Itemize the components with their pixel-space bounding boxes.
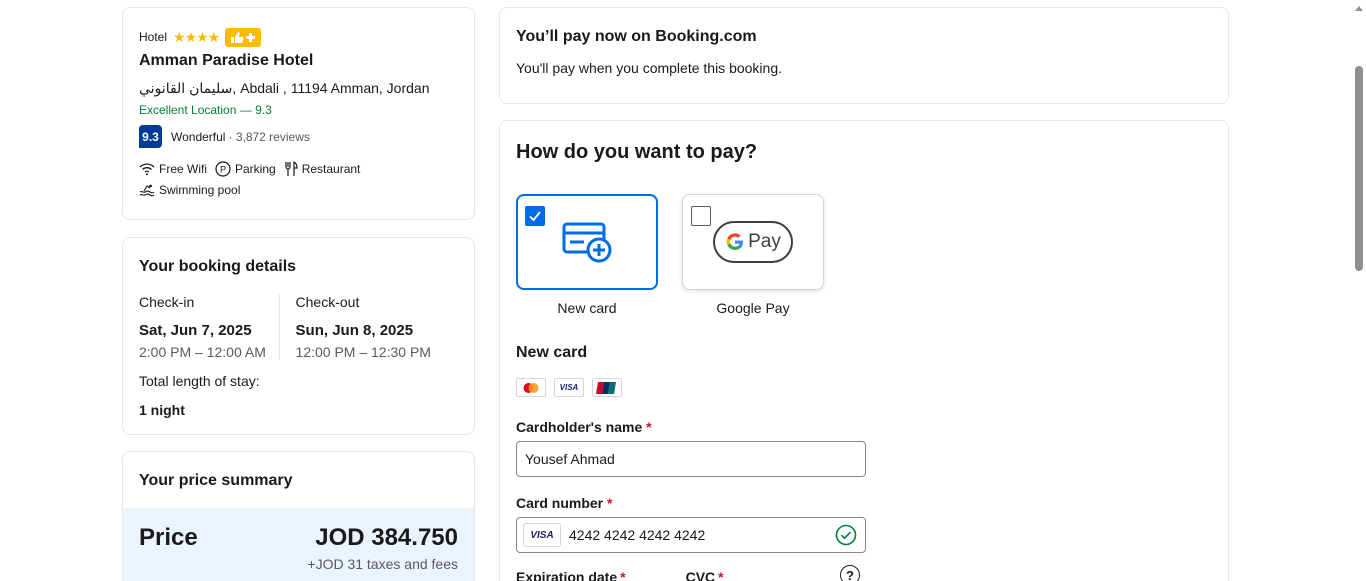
star-rating: ★★★★ bbox=[173, 28, 220, 45]
scroll-up-arrow-icon[interactable] bbox=[1355, 6, 1363, 11]
pay-now-text: You'll pay when you complete this bookin… bbox=[516, 60, 782, 76]
price-taxes: +JOD 31 taxes and fees bbox=[307, 556, 458, 572]
checkin-date: Sat, Jun 7, 2025 bbox=[139, 322, 252, 339]
google-pay-label: Google Pay bbox=[716, 300, 790, 316]
scrollbar-thumb[interactable] bbox=[1355, 66, 1363, 271]
new-card-label: New card bbox=[557, 300, 617, 316]
booking-details-title: Your booking details bbox=[139, 258, 297, 275]
amenity-wifi: Free Wifi bbox=[139, 161, 207, 177]
new-card-section-title: New card bbox=[516, 344, 588, 361]
cardholder-name-input[interactable]: Yousef Ahmad bbox=[516, 441, 866, 477]
price-band: Price JOD 384.750 +JOD 31 taxes and fees bbox=[123, 508, 474, 581]
amenity-parking: P Parking bbox=[215, 161, 276, 177]
payment-methods: New card Pay Google Pay bbox=[516, 194, 1212, 316]
location-score: Excellent Location — 9.3 bbox=[139, 103, 272, 117]
card-brand-text: VISA bbox=[530, 529, 554, 541]
price-value: JOD 384.750 bbox=[315, 524, 458, 551]
cvc-label: CVC bbox=[685, 569, 716, 581]
required-mark: * bbox=[620, 569, 626, 581]
amenity-label: Restaurant bbox=[301, 162, 361, 176]
review-row: 9.3 Wonderful · 3,872 reviews bbox=[139, 125, 458, 148]
price-row: Price JOD 384.750 bbox=[139, 524, 458, 552]
expiry-cvc-row: Expiration date * CVC * ? bbox=[516, 565, 866, 581]
restaurant-icon bbox=[285, 161, 298, 176]
card-number-label-text: Card number bbox=[516, 495, 604, 511]
stay-length-label: Total length of stay: bbox=[139, 373, 260, 389]
thumbs-up-plus-icon[interactable] bbox=[225, 27, 262, 47]
google-pay-option[interactable]: Pay bbox=[682, 194, 824, 290]
amenity-label: Parking bbox=[235, 162, 276, 176]
hotel-type-row: Hotel ★★★★ bbox=[139, 27, 458, 47]
new-card-option[interactable] bbox=[516, 194, 658, 290]
review-score-badge: 9.3 bbox=[139, 125, 162, 148]
amenity-restaurant: Restaurant bbox=[284, 161, 361, 177]
price-summary-title: Your price summary bbox=[139, 472, 293, 489]
valid-check-icon bbox=[835, 524, 857, 546]
page-scrollbar[interactable] bbox=[1351, 0, 1366, 581]
payment-title: How do you want to pay? bbox=[516, 141, 758, 163]
swimming-pool-icon bbox=[139, 184, 155, 197]
pay-now-card: You’ll pay now on Booking.com You'll pay… bbox=[499, 7, 1229, 104]
amenities-list: Free Wifi P Parking Restaurant Swimming … bbox=[139, 161, 458, 197]
google-pay-checkbox[interactable] bbox=[691, 206, 711, 226]
cardholder-label-text: Cardholder's name bbox=[516, 419, 643, 435]
checkin-time: 2:00 PM – 12:00 AM bbox=[139, 344, 266, 360]
checkout-label: Check-out bbox=[295, 294, 360, 310]
amenity-label: Free Wifi bbox=[159, 162, 207, 176]
card-number-label: Card number * bbox=[516, 495, 1212, 511]
checkout-time: 12:00 PM – 12:30 PM bbox=[295, 344, 431, 360]
amenity-pool: Swimming pool bbox=[139, 183, 240, 197]
payment-method-new-card[interactable]: New card bbox=[516, 194, 658, 316]
cardholder-name-value: Yousef Ahmad bbox=[525, 451, 615, 467]
card-number-input[interactable]: VISA 4242 4242 4242 4242 bbox=[516, 517, 866, 553]
required-mark: * bbox=[646, 419, 652, 435]
cardholder-label: Cardholder's name * bbox=[516, 419, 1212, 435]
required-mark: * bbox=[718, 569, 724, 581]
google-pay-logo: Pay bbox=[713, 221, 793, 263]
checkout-date: Sun, Jun 8, 2025 bbox=[295, 322, 414, 339]
visa-logo-text: VISA bbox=[559, 383, 579, 392]
unionpay-icon bbox=[592, 378, 622, 397]
wifi-icon bbox=[139, 163, 155, 176]
price-label: Price bbox=[139, 524, 198, 551]
stay-length-value: 1 night bbox=[139, 402, 185, 418]
payment-method-google-pay[interactable]: Pay Google Pay bbox=[682, 194, 824, 316]
hotel-type: Hotel bbox=[139, 30, 168, 44]
google-g-icon bbox=[726, 233, 744, 250]
hotel-name: Amman Paradise Hotel bbox=[139, 52, 314, 69]
pay-now-title: You’ll pay now on Booking.com bbox=[516, 28, 757, 45]
add-card-icon bbox=[562, 222, 612, 263]
card-number-value: 4242 4242 4242 4242 bbox=[569, 527, 706, 543]
visa-brand-icon: VISA bbox=[523, 523, 561, 547]
visa-icon: VISA bbox=[554, 378, 584, 397]
review-count: · 3,872 reviews bbox=[228, 129, 310, 144]
mastercard-icon bbox=[516, 378, 546, 397]
cvc-help-icon[interactable]: ? bbox=[840, 565, 860, 581]
checkin-label: Check-in bbox=[139, 294, 195, 310]
price-summary-card: Your price summary Price JOD 384.750 +JO… bbox=[122, 451, 475, 581]
svg-text:P: P bbox=[220, 165, 226, 175]
booking-details-card: Your booking details Check-in Sat, Jun 7… bbox=[122, 237, 475, 435]
checkout-column: Check-out Sun, Jun 8, 2025 12:00 PM – 12… bbox=[278, 294, 458, 360]
new-card-checkbox[interactable] bbox=[525, 206, 545, 226]
required-mark: * bbox=[607, 495, 613, 511]
checkmark-icon bbox=[529, 211, 541, 222]
checkin-column: Check-in Sat, Jun 7, 2025 2:00 PM – 12:0… bbox=[139, 294, 279, 360]
expiry-label: Expiration date bbox=[516, 569, 618, 581]
accepted-cards: VISA bbox=[516, 378, 1212, 397]
hotel-address: سليمان القانوني, Abdali , 11194 Amman, J… bbox=[139, 80, 430, 96]
amenity-label: Swimming pool bbox=[159, 183, 241, 197]
dates-row: Check-in Sat, Jun 7, 2025 2:00 PM – 12:0… bbox=[139, 294, 458, 360]
parking-icon: P bbox=[215, 161, 231, 177]
google-pay-text: Pay bbox=[748, 231, 781, 252]
payment-card: How do you want to pay? New card Pay Goo… bbox=[499, 120, 1229, 581]
review-word: Wonderful bbox=[171, 129, 226, 144]
hotel-summary-card: Hotel ★★★★ Amman Paradise Hotel سليمان ا… bbox=[122, 7, 475, 220]
